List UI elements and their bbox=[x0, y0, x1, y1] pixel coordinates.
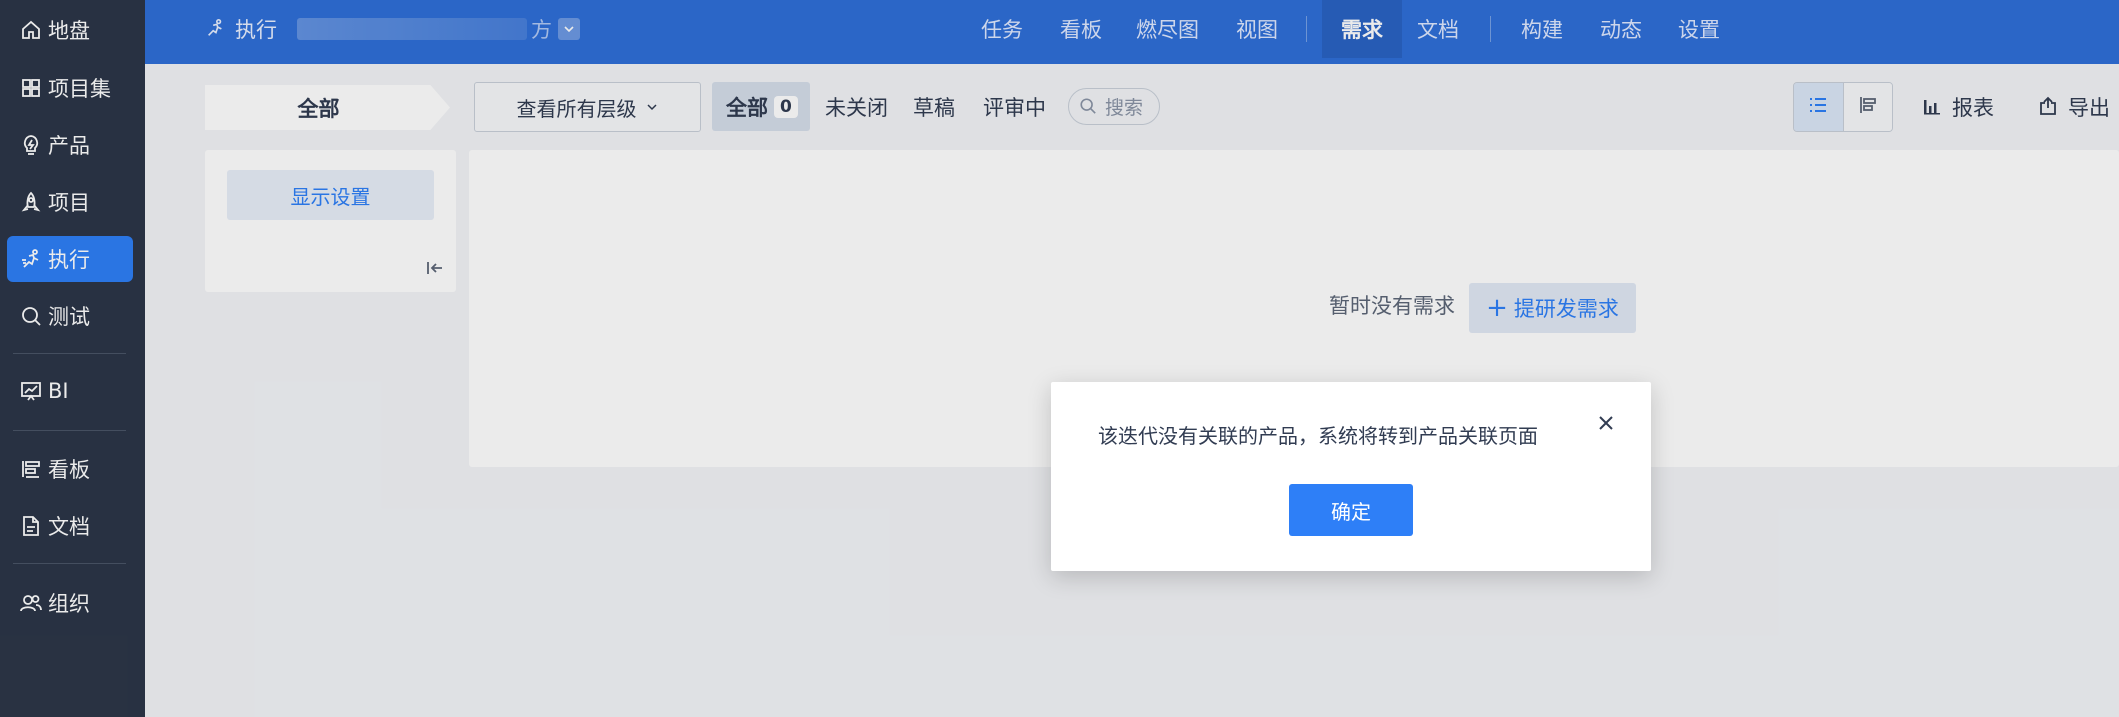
dialog-message: 该迭代没有关联的产品，系统将转到产品关联页面 bbox=[1098, 424, 1538, 448]
close-icon[interactable] bbox=[1595, 412, 1619, 436]
confirm-button[interactable]: 确定 bbox=[1289, 484, 1413, 536]
modal-overlay bbox=[0, 0, 2119, 717]
alert-dialog: 该迭代没有关联的产品，系统将转到产品关联页面 确定 bbox=[1051, 382, 1651, 571]
